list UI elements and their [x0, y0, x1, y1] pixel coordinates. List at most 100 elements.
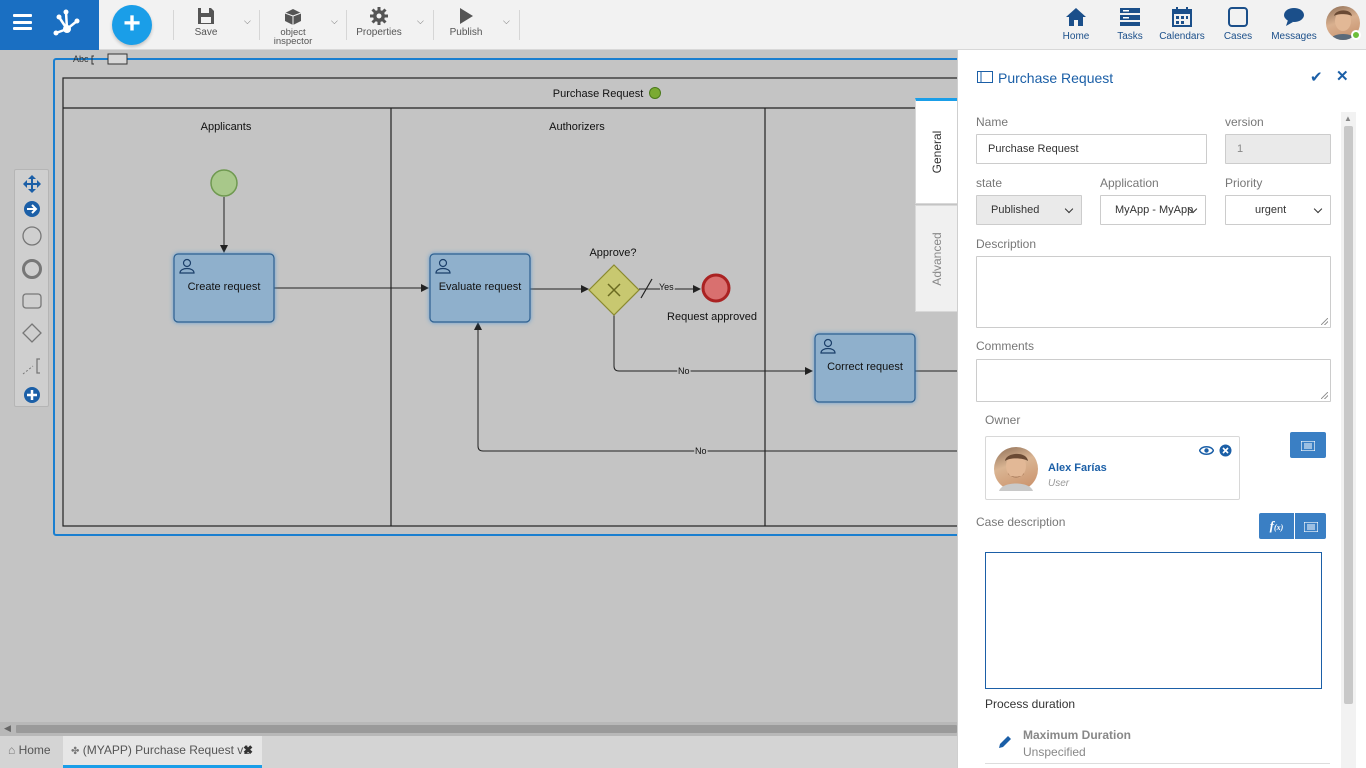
case-list-button[interactable] [1295, 513, 1326, 539]
nav-home[interactable]: Home [1048, 7, 1104, 42]
remove-icon[interactable] [1219, 444, 1232, 457]
lane-applicants: Applicants [201, 121, 252, 133]
save-dropdown-caret[interactable]: ⌵ [244, 16, 251, 27]
description-textarea[interactable] [976, 256, 1331, 328]
scroll-up-arrow[interactable]: ▲ [1344, 114, 1352, 123]
nav-calendars[interactable]: Calendars [1154, 7, 1210, 42]
end-event-tool-icon[interactable] [21, 258, 43, 280]
messages-icon [1284, 8, 1304, 26]
case-description-editor[interactable] [985, 552, 1322, 689]
tab-advanced[interactable]: Advanced [915, 205, 957, 312]
state-label: state [976, 176, 1003, 190]
process-duration-label: Process duration [985, 697, 1076, 711]
nav-messages-label: Messages [1271, 31, 1317, 42]
start-event-tool-icon[interactable] [21, 225, 43, 247]
toolbar-separator [346, 10, 347, 40]
nav-messages[interactable]: Messages [1266, 7, 1322, 42]
scrollbar-thumb[interactable] [16, 725, 957, 733]
version-label: version [1225, 115, 1264, 129]
priority-select[interactable]: urgent [1225, 195, 1331, 225]
properties-button[interactable]: Properties [355, 7, 403, 38]
owner-list-button[interactable] [1290, 432, 1326, 458]
version-input: 1 [1225, 134, 1331, 164]
max-duration-value: Unspecified [1023, 745, 1086, 759]
nav-home-label: Home [1062, 31, 1090, 42]
tab-home[interactable]: ⌂ Home [8, 736, 51, 768]
annotation-tool-icon[interactable] [21, 355, 43, 377]
scroll-left-arrow[interactable]: ◀ [4, 723, 11, 734]
tab-advanced-label: Advanced [929, 231, 944, 286]
calendar-icon [1172, 7, 1192, 27]
app-logo-icon[interactable] [50, 7, 84, 41]
cases-icon [1228, 7, 1248, 27]
more-tools-icon[interactable] [21, 384, 43, 406]
flow-label-no-1: No [678, 366, 690, 376]
lane-authorizers: Authorizers [549, 121, 605, 133]
add-button[interactable]: + [112, 5, 152, 45]
horizontal-scrollbar[interactable]: ◀ [0, 722, 957, 736]
toolbar-separator [173, 10, 174, 40]
formula-icon: f(x) [1269, 518, 1284, 533]
exclusive-gateway[interactable] [588, 264, 640, 316]
task-correct-label: Correct request [827, 361, 903, 373]
pool-icon [977, 71, 993, 83]
publish-button[interactable]: Publish [446, 7, 486, 38]
top-toolbar: + Save ⌵ object inspector ⌵ Properties ⌵… [0, 0, 1366, 50]
comments-label: Comments [976, 339, 1035, 353]
panel-title: Purchase Request [998, 70, 1114, 86]
nav-cases-label: Cases [1223, 31, 1253, 42]
eye-icon[interactable] [1199, 445, 1214, 456]
publish-dropdown-caret[interactable]: ⌵ [503, 16, 510, 27]
vertical-scrollbar[interactable]: ▲ [1341, 112, 1356, 768]
owner-avatar [994, 447, 1038, 491]
task-tool-icon[interactable] [21, 290, 43, 312]
bpmn-diagram[interactable]: Abc Purchase Request Applicants Authoriz… [0, 50, 957, 722]
properties-dropdown-caret[interactable]: ⌵ [417, 16, 424, 27]
application-select[interactable]: MyApp - MyApp [1100, 195, 1206, 225]
tab-home-label: Home [18, 743, 51, 757]
properties-label: Properties [356, 27, 402, 38]
diagram-canvas[interactable]: Abc Purchase Request Applicants Authoriz… [0, 50, 957, 722]
max-duration-label: Maximum Duration [1023, 728, 1132, 742]
object-inspector-label: object inspector [273, 27, 313, 47]
annotation-handle[interactable] [107, 53, 128, 65]
inspector-dropdown-caret[interactable]: ⌵ [331, 16, 338, 27]
tasks-icon [1120, 8, 1140, 26]
toolbar-separator [433, 10, 434, 40]
formula-button[interactable]: f(x) [1259, 513, 1294, 539]
toolbar-separator [259, 10, 260, 40]
case-description-label: Case description [976, 515, 1066, 529]
nav-cases[interactable]: Cases [1210, 7, 1266, 42]
close-tab-icon[interactable]: ✖ [243, 736, 253, 764]
tab-purchase-request[interactable]: ✤ (MYAPP) Purchase Request v1 ✖ [63, 736, 262, 768]
scrollbar-thumb[interactable] [1344, 126, 1353, 704]
owner-role: User [1048, 478, 1070, 489]
tab-general[interactable]: General [915, 98, 957, 204]
end-event-label: Request approved [667, 311, 757, 323]
comments-textarea[interactable] [976, 359, 1331, 402]
save-button[interactable]: Save [186, 7, 226, 38]
connector-tool-icon[interactable] [21, 198, 43, 220]
gateway-tool-icon[interactable] [21, 322, 43, 344]
start-event[interactable] [210, 169, 238, 197]
close-icon[interactable]: ✕ [1336, 67, 1349, 85]
confirm-icon[interactable]: ✔ [1310, 68, 1323, 86]
nav-tasks-label: Tasks [1117, 31, 1143, 42]
name-input[interactable]: Purchase Request [976, 134, 1207, 164]
state-select: Published [976, 195, 1082, 225]
task-evaluate-label: Evaluate request [439, 281, 522, 293]
object-inspector-button[interactable]: object inspector [267, 9, 319, 46]
owner-name[interactable]: Alex Farías [1048, 462, 1107, 474]
annotation-text[interactable]: Abc [73, 54, 89, 64]
end-event[interactable] [701, 273, 731, 303]
name-label: Name [976, 115, 1009, 129]
task-create-label: Create request [188, 281, 261, 293]
publish-label: Publish [449, 27, 483, 38]
priority-label: Priority [1225, 176, 1263, 190]
tab-document-label: (MYAPP) Purchase Request v1 [82, 743, 250, 757]
pencil-icon[interactable] [998, 735, 1012, 749]
nav-tasks[interactable]: Tasks [1102, 7, 1158, 42]
menu-icon[interactable] [13, 14, 32, 30]
pool-status-dot [649, 87, 661, 99]
move-tool-icon[interactable] [21, 173, 43, 195]
